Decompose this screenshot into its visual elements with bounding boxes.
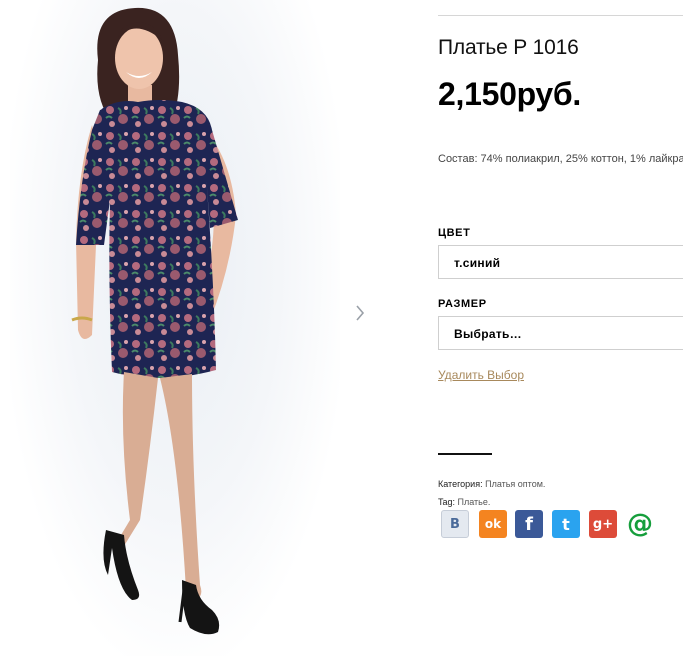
- tag-meta: Tag: Платье.: [438, 497, 490, 507]
- facebook-icon: f: [525, 513, 533, 535]
- category-link[interactable]: Платья оптом.: [485, 479, 545, 489]
- product-photo: [0, 0, 380, 656]
- vk-icon: B: [450, 516, 460, 532]
- color-select[interactable]: т.синий: [438, 245, 683, 279]
- google-plus-icon: g+: [592, 516, 614, 532]
- size-label: РАЗМЕР: [438, 298, 487, 310]
- model-in-dress-illustration: [71, 7, 238, 635]
- twitter-icon: t: [562, 514, 570, 534]
- mail-share-button[interactable]: @: [626, 509, 654, 539]
- color-label: ЦВЕТ: [438, 227, 471, 239]
- gallery-next-button[interactable]: [352, 303, 368, 323]
- product-title: Платье Р 1016: [438, 36, 579, 59]
- facebook-share-button[interactable]: f: [515, 510, 543, 538]
- size-select-value: Выбрать…: [454, 327, 522, 341]
- mail-icon: @: [627, 509, 653, 539]
- product-details: Платье Р 1016 2,150руб. Состав: 74% поли…: [438, 0, 683, 656]
- divider-short: [438, 453, 492, 455]
- color-select-value: т.синий: [454, 256, 501, 270]
- twitter-share-button[interactable]: t: [552, 510, 580, 538]
- tag-link[interactable]: Платье.: [458, 497, 491, 507]
- google-plus-share-button[interactable]: g+: [589, 510, 617, 538]
- chevron-right-icon: [356, 305, 365, 321]
- category-meta: Категория: Платья оптом.: [438, 479, 545, 489]
- size-select[interactable]: Выбрать…: [438, 316, 683, 350]
- odnoklassniki-icon: ok: [484, 517, 502, 531]
- vk-share-button[interactable]: B: [441, 510, 469, 538]
- product-price: 2,150руб.: [438, 76, 581, 112]
- reset-selection-link[interactable]: Удалить Выбор: [438, 368, 524, 382]
- tag-label: Tag:: [438, 497, 456, 507]
- divider: [438, 15, 683, 16]
- product-composition: Состав: 74% полиакрил, 25% коттон, 1% ла…: [438, 153, 683, 165]
- odnoklassniki-share-button[interactable]: ok: [479, 510, 507, 538]
- category-label: Категория:: [438, 479, 483, 489]
